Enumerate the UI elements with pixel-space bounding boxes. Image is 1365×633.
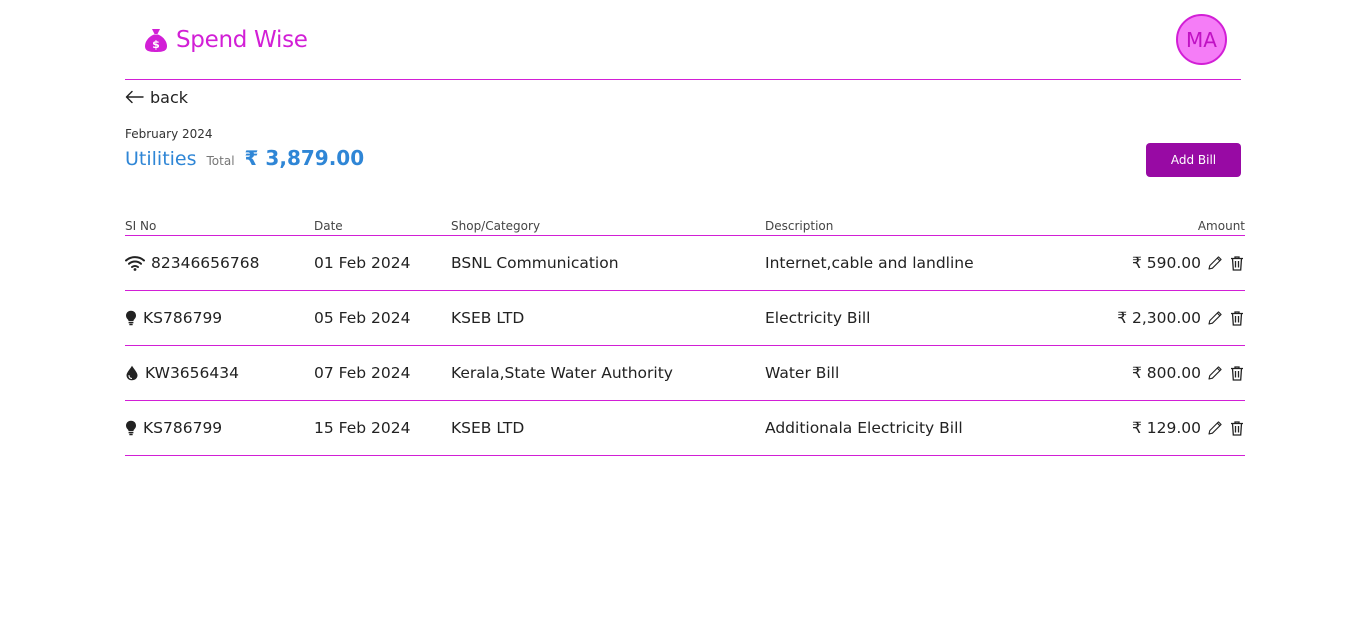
- table-row: KW3656434 07 Feb 2024 Kerala,State Water…: [125, 346, 1245, 401]
- table-row: 82346656768 01 Feb 2024 BSNL Communicati…: [125, 236, 1245, 291]
- brand-logo[interactable]: $ Spend Wise: [144, 24, 308, 56]
- bills-table: SI No Date Shop/Category Description Amo…: [125, 216, 1245, 456]
- description-cell: Internet,cable and landline: [765, 254, 974, 272]
- amount-cell: ₹ 800.00: [1132, 346, 1245, 400]
- header-si-no: SI No: [125, 219, 157, 233]
- shop-cell: Kerala,State Water Authority: [451, 364, 673, 382]
- header-description: Description: [765, 219, 834, 233]
- wifi-icon: [125, 256, 145, 271]
- header-date: Date: [314, 219, 343, 233]
- description-cell: Electricity Bill: [765, 309, 871, 327]
- add-bill-button[interactable]: Add Bill: [1146, 143, 1241, 177]
- si-cell: KS786799: [125, 291, 222, 345]
- amount-value: ₹ 590.00: [1131, 254, 1201, 272]
- si-number: KS786799: [143, 419, 223, 437]
- lightbulb-icon: [126, 420, 136, 436]
- category-title: Utilities: [125, 148, 197, 170]
- si-number: KW3656434: [145, 364, 239, 382]
- table-row: KS786799 15 Feb 2024 KSEB LTD Additional…: [125, 401, 1245, 456]
- avatar-initials: MA: [1186, 27, 1217, 52]
- page: $ Spend Wise MA back February 2024 Utili…: [0, 0, 1365, 633]
- brand-name: Spend Wise: [176, 27, 308, 53]
- water-drop-icon: [126, 365, 138, 381]
- user-avatar[interactable]: MA: [1176, 14, 1227, 65]
- date-cell: 05 Feb 2024: [314, 309, 411, 327]
- si-cell: KW3656434: [125, 346, 239, 400]
- edit-icon[interactable]: [1207, 420, 1223, 436]
- app-header: $ Spend Wise MA: [125, 0, 1241, 80]
- delete-icon[interactable]: [1229, 420, 1245, 436]
- edit-icon[interactable]: [1207, 365, 1223, 381]
- back-link[interactable]: back: [125, 86, 188, 108]
- header-shop: Shop/Category: [451, 219, 541, 233]
- date-cell: 07 Feb 2024: [314, 364, 411, 382]
- shop-cell: KSEB LTD: [451, 419, 525, 437]
- arrow-left-icon: [125, 90, 144, 104]
- date-cell: 15 Feb 2024: [314, 419, 411, 437]
- amount-value: ₹ 800.00: [1131, 364, 1201, 382]
- lightbulb-icon: [126, 310, 136, 326]
- date-cell: 01 Feb 2024: [314, 254, 411, 272]
- table-header: SI No Date Shop/Category Description Amo…: [125, 216, 1245, 236]
- amount-value: ₹ 2,300.00: [1117, 309, 1201, 327]
- money-bag-icon: $: [145, 29, 167, 52]
- total-amount: ₹ 3,879.00: [244, 146, 365, 170]
- amount-cell: ₹ 590.00: [1132, 236, 1245, 290]
- period-label: February 2024: [125, 127, 213, 141]
- category-summary: Utilities Total ₹ 3,879.00: [125, 146, 364, 172]
- svg-text:$: $: [152, 38, 160, 51]
- edit-icon[interactable]: [1207, 310, 1223, 326]
- si-number: 82346656768: [151, 254, 260, 272]
- si-number: KS786799: [143, 309, 223, 327]
- shop-cell: KSEB LTD: [451, 309, 525, 327]
- amount-cell: ₹ 129.00: [1132, 401, 1245, 455]
- table-row: KS786799 05 Feb 2024 KSEB LTD Electricit…: [125, 291, 1245, 346]
- amount-cell: ₹ 2,300.00: [1117, 291, 1245, 345]
- si-cell: KS786799: [125, 401, 222, 455]
- back-label: back: [150, 87, 189, 107]
- delete-icon[interactable]: [1229, 310, 1245, 326]
- shop-cell: BSNL Communication: [451, 254, 619, 272]
- description-cell: Additionala Electricity Bill: [765, 419, 963, 437]
- si-cell: 82346656768: [125, 236, 259, 290]
- description-cell: Water Bill: [765, 364, 840, 382]
- edit-icon[interactable]: [1207, 255, 1223, 271]
- amount-value: ₹ 129.00: [1131, 419, 1201, 437]
- total-label: Total: [206, 154, 235, 168]
- delete-icon[interactable]: [1229, 365, 1245, 381]
- delete-icon[interactable]: [1229, 255, 1245, 271]
- header-amount: Amount: [1197, 219, 1245, 233]
